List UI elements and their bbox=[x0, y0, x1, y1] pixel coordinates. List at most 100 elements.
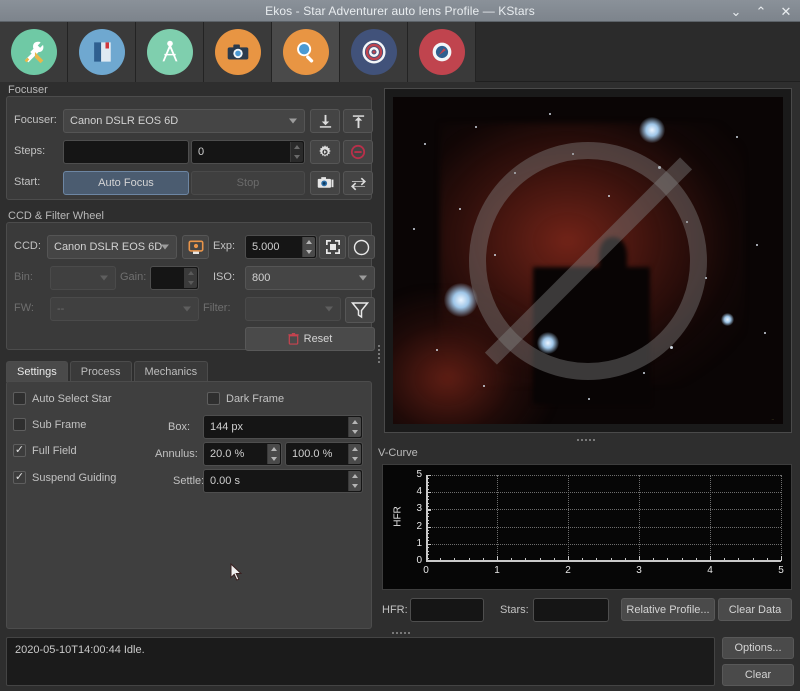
auto-focus-label: Auto Focus bbox=[98, 177, 154, 189]
spin-up-button[interactable] bbox=[349, 417, 361, 427]
title-bar: Ekos - Star Adventurer auto lens Profile… bbox=[0, 0, 800, 22]
gain-spin[interactable] bbox=[150, 266, 199, 290]
loop-frame-button[interactable] bbox=[343, 171, 373, 195]
spin-up-button[interactable] bbox=[268, 444, 280, 454]
spin-up-button[interactable] bbox=[185, 268, 197, 278]
steps-input[interactable] bbox=[63, 140, 189, 164]
full-field-checkbox[interactable]: ✓ Full Field bbox=[13, 444, 77, 457]
vcurve-x-tick-label: 1 bbox=[494, 565, 500, 576]
spin-down-button[interactable] bbox=[185, 278, 197, 288]
ccd-settings-button[interactable] bbox=[182, 235, 209, 259]
checkbox-indicator bbox=[13, 418, 26, 431]
annulus-inner-spin[interactable]: 20.0 % bbox=[203, 442, 282, 466]
filter-settings-button[interactable] bbox=[345, 297, 375, 323]
chevron-down-icon bbox=[161, 244, 169, 250]
clear-log-button[interactable]: Clear bbox=[722, 664, 794, 686]
box-size-spin-buttons[interactable] bbox=[348, 417, 361, 437]
filter-combo[interactable] bbox=[245, 297, 341, 321]
vcurve-chart[interactable]: HFR 012345012345 bbox=[382, 464, 792, 590]
spin-up-button[interactable] bbox=[349, 471, 361, 481]
exposure-spin-buttons[interactable] bbox=[302, 237, 315, 257]
vcurve-gridline-v bbox=[497, 475, 498, 561]
horizontal-splitter-handle[interactable] bbox=[574, 437, 598, 443]
stop-focus-button[interactable]: Stop bbox=[191, 171, 305, 195]
focuser-device-combo[interactable]: Canon DSLR EOS 6D bbox=[63, 109, 305, 133]
no-signal-overlay-icon bbox=[469, 141, 707, 380]
close-icon[interactable]: ✕ bbox=[778, 3, 794, 19]
module-tab-guide[interactable] bbox=[408, 22, 476, 82]
image-signature: _ bbox=[771, 415, 774, 420]
abort-focus-button[interactable] bbox=[343, 140, 373, 164]
module-tab-capture[interactable] bbox=[204, 22, 272, 82]
settle-spin-buttons[interactable] bbox=[348, 471, 361, 491]
vcurve-title: V-Curve bbox=[378, 447, 418, 459]
focus-position-spin-buttons[interactable] bbox=[290, 142, 303, 162]
annulus-outer-spin-buttons[interactable] bbox=[348, 444, 361, 464]
sub-frame-checkbox[interactable]: Sub Frame bbox=[13, 418, 86, 431]
focus-in-button[interactable] bbox=[310, 109, 340, 133]
module-tab-setup[interactable] bbox=[0, 22, 68, 82]
vcurve-y-tick bbox=[426, 475, 431, 477]
focuser-group-label: Focuser bbox=[8, 84, 48, 96]
minimize-icon[interactable]: ⌄ bbox=[728, 3, 744, 19]
vcurve-x-minor-tick bbox=[539, 558, 541, 561]
iso-combo[interactable]: 800 bbox=[245, 266, 375, 290]
spin-down-button[interactable] bbox=[349, 454, 361, 464]
arrow-up-icon bbox=[352, 114, 364, 128]
focuser-settings-button[interactable] bbox=[310, 140, 340, 164]
spin-up-button[interactable] bbox=[291, 142, 303, 152]
spin-down-button[interactable] bbox=[349, 481, 361, 491]
capture-frame-button[interactable] bbox=[310, 171, 340, 195]
focus-out-button[interactable] bbox=[343, 109, 373, 133]
focus-log-text: 2020-05-10T14:00:44 Idle. bbox=[15, 644, 145, 656]
spin-down-button[interactable] bbox=[291, 152, 303, 162]
exposure-spin[interactable]: 5.000 bbox=[245, 235, 317, 259]
tab-mechanics[interactable]: Mechanics bbox=[133, 361, 209, 382]
auto-select-star-checkbox[interactable]: Auto Select Star bbox=[13, 392, 112, 405]
tab-settings[interactable]: Settings bbox=[6, 361, 68, 382]
spin-down-button[interactable] bbox=[303, 247, 315, 257]
checkbox-indicator bbox=[13, 392, 26, 405]
box-size-spin[interactable]: 144 px bbox=[203, 415, 363, 439]
vcurve-gridline-v bbox=[710, 475, 711, 561]
spin-up-button[interactable] bbox=[303, 237, 315, 247]
focus-log-box[interactable]: 2020-05-10T14:00:44 Idle. bbox=[6, 637, 715, 686]
bin-combo[interactable] bbox=[50, 266, 116, 290]
clear-data-button[interactable]: Clear Data bbox=[718, 598, 792, 621]
vcurve-x-tick bbox=[781, 556, 783, 561]
settle-spin[interactable]: 0.00 s bbox=[203, 469, 363, 493]
frame-settings-button[interactable] bbox=[319, 235, 346, 259]
module-tab-mount[interactable] bbox=[136, 22, 204, 82]
ccd-device-combo[interactable]: Canon DSLR EOS 6D bbox=[47, 235, 177, 259]
log-splitter-handle[interactable] bbox=[389, 630, 413, 636]
focus-preview-image[interactable]: _ bbox=[384, 88, 792, 433]
module-tab-focus[interactable] bbox=[272, 22, 340, 82]
annulus-inner-spin-buttons[interactable] bbox=[267, 444, 280, 464]
module-tab-logs[interactable] bbox=[68, 22, 136, 82]
annulus-outer-spin[interactable]: 100.0 % bbox=[285, 442, 363, 466]
clear-log-label: Clear bbox=[744, 669, 772, 681]
gain-spin-buttons[interactable] bbox=[184, 268, 197, 288]
spin-down-button[interactable] bbox=[268, 454, 280, 464]
toggle-fullframe-button[interactable] bbox=[348, 235, 375, 259]
iso-value: 800 bbox=[252, 272, 271, 284]
auto-focus-button[interactable]: Auto Focus bbox=[63, 171, 189, 195]
relative-profile-button[interactable]: Relative Profile... bbox=[621, 598, 715, 621]
vcurve-x-tick-label: 0 bbox=[423, 565, 429, 576]
focus-position-spin[interactable]: 0 bbox=[191, 140, 305, 164]
vcurve-gridline-v bbox=[568, 475, 569, 561]
vertical-splitter-handle[interactable] bbox=[376, 344, 382, 364]
vcurve-y-minor-tick bbox=[426, 554, 429, 556]
gain-label: Gain: bbox=[120, 271, 147, 283]
suspend-guiding-checkbox[interactable]: ✓ Suspend Guiding bbox=[13, 471, 116, 484]
spin-down-button[interactable] bbox=[349, 427, 361, 437]
options-button[interactable]: Options... bbox=[722, 637, 794, 659]
maximize-icon[interactable]: ⌃ bbox=[753, 3, 769, 19]
reset-frame-button[interactable]: Reset bbox=[245, 327, 375, 351]
spin-up-button[interactable] bbox=[349, 444, 361, 454]
book-icon bbox=[78, 29, 125, 75]
filterwheel-combo[interactable]: -- bbox=[50, 297, 199, 321]
dark-frame-checkbox[interactable]: Dark Frame bbox=[207, 392, 284, 405]
tab-process[interactable]: Process bbox=[69, 361, 132, 382]
module-tab-align[interactable] bbox=[340, 22, 408, 82]
